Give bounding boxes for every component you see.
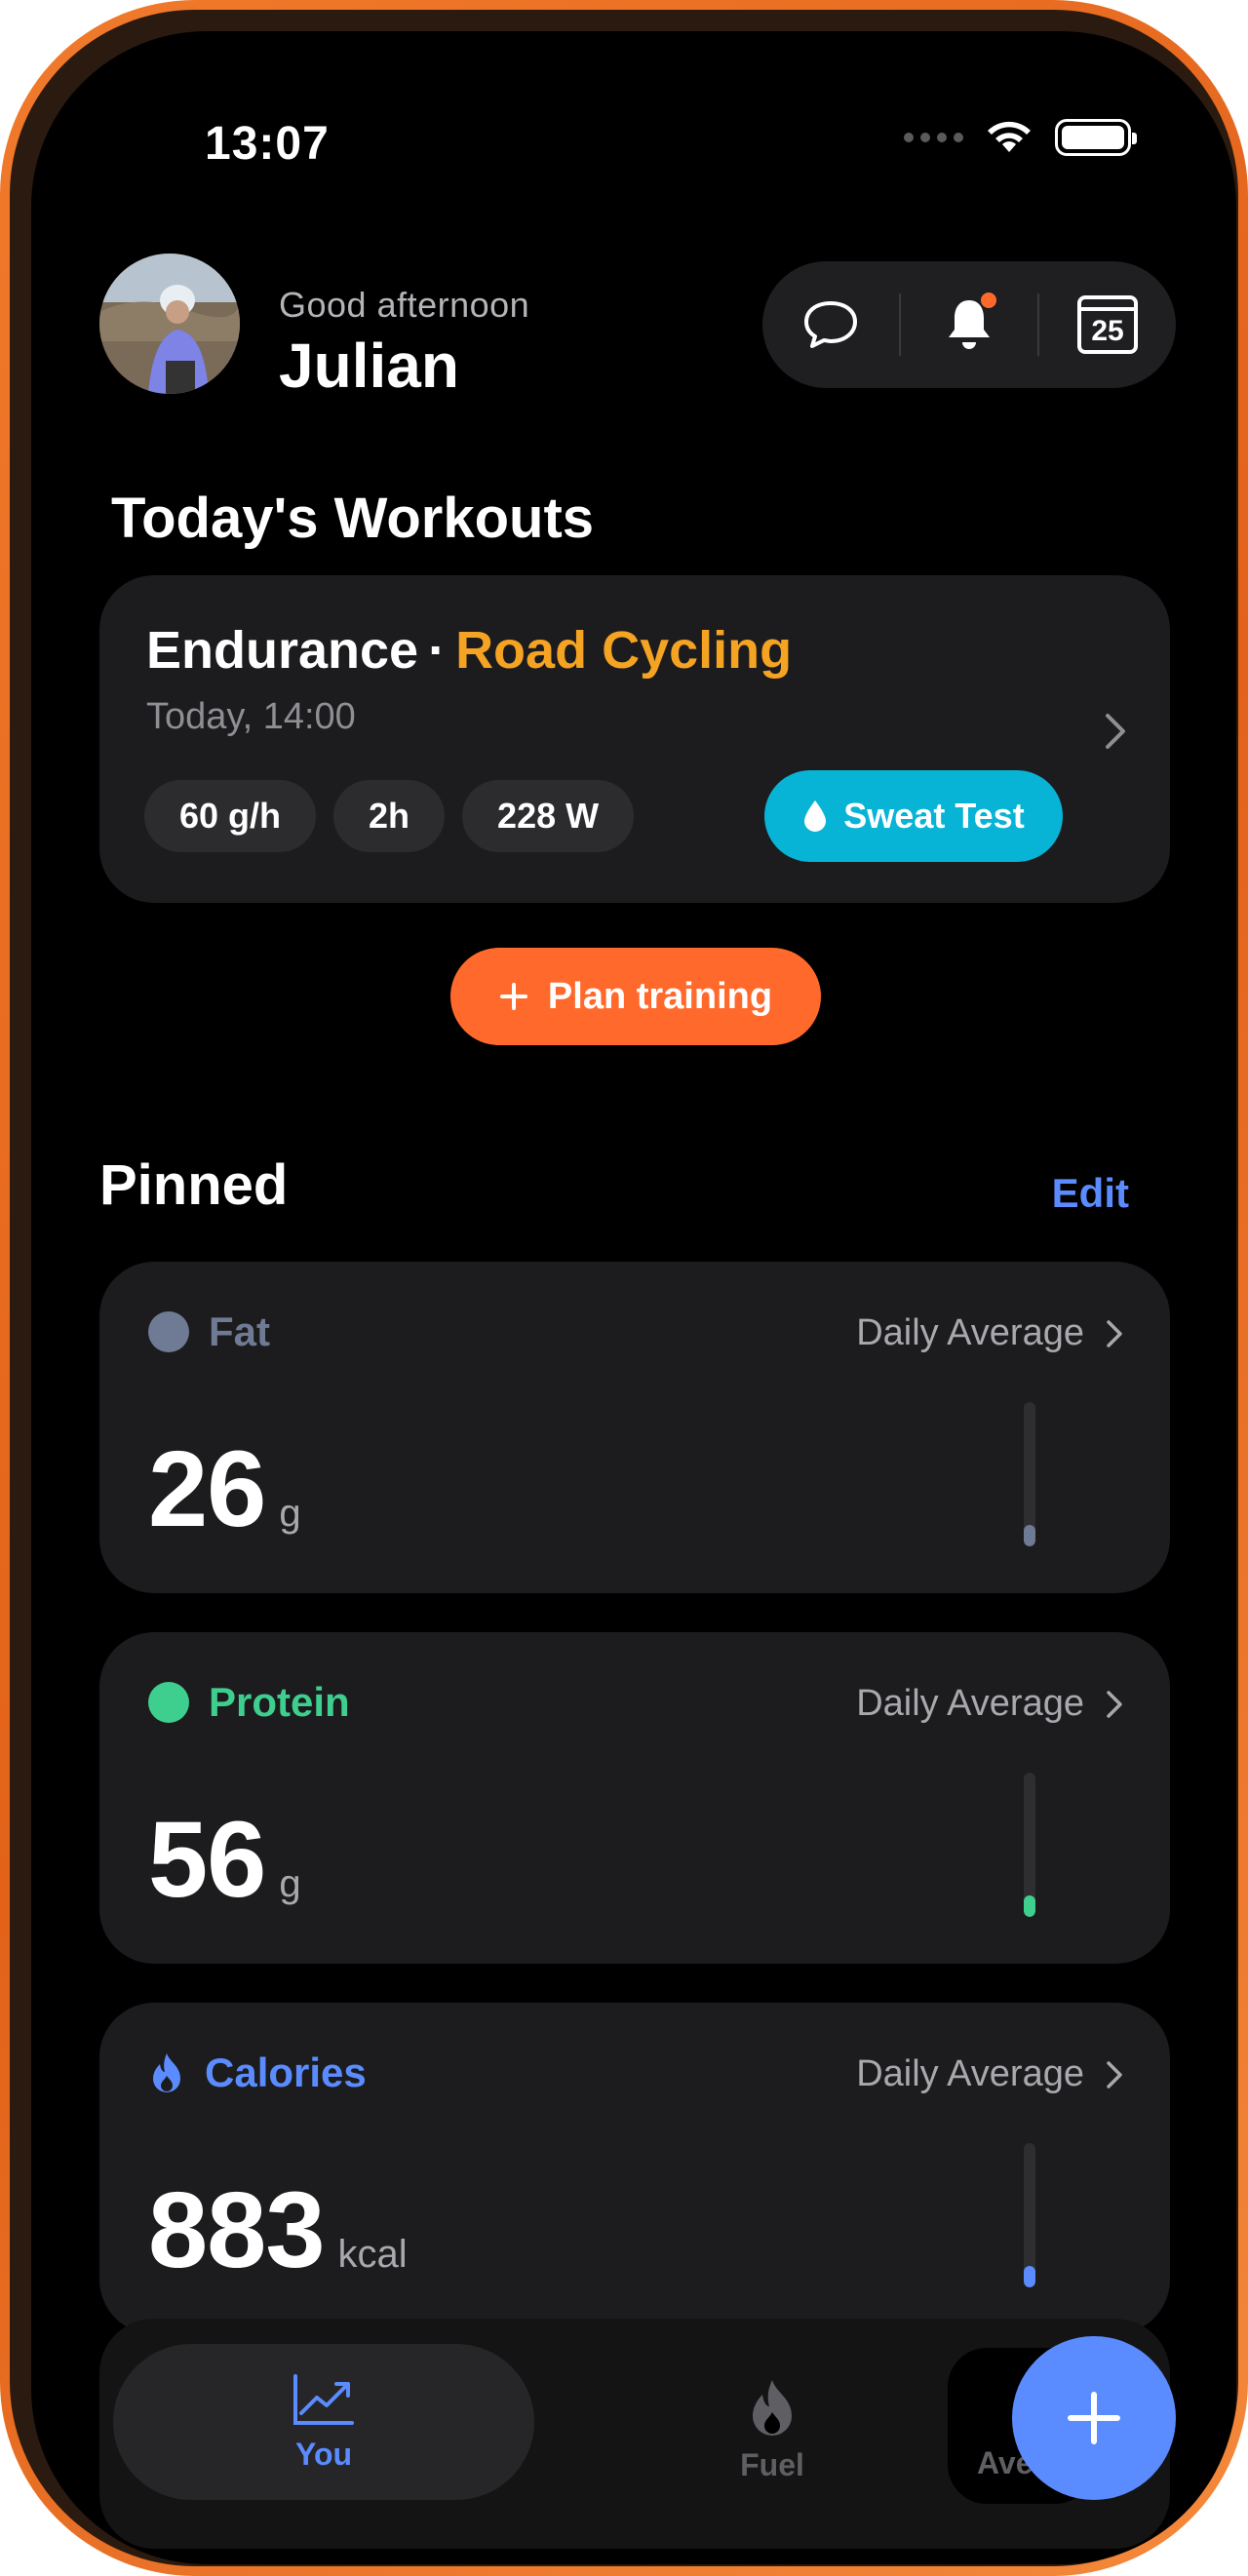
notifications-button[interactable] [901, 261, 1037, 388]
level-bar [1024, 1773, 1035, 1917]
daily-average-link[interactable]: Daily Average [856, 2053, 1123, 2095]
water-drop-icon [804, 800, 827, 832]
chevron-right-icon [1106, 714, 1125, 749]
protein-dot-icon [148, 1682, 189, 1723]
tab-fuel-label: Fuel [740, 2446, 804, 2482]
avatar-image [99, 254, 240, 394]
metric-unit: kcal [337, 2233, 408, 2276]
daily-average-link[interactable]: Daily Average [856, 1312, 1123, 1354]
workouts-title: Today's Workouts [111, 487, 595, 550]
level-bar [1024, 2143, 1035, 2287]
level-bar [1024, 1402, 1035, 1546]
calendar-icon: 25 [1077, 295, 1138, 354]
fat-dot-icon [148, 1311, 189, 1352]
tab-fuel[interactable]: Fuel [655, 2361, 889, 2498]
tab-you[interactable]: You [113, 2344, 534, 2500]
chip-power: 228 W [462, 780, 635, 852]
greeting: Good afternoon [279, 285, 530, 325]
battery-icon [1055, 119, 1137, 156]
daily-average-link[interactable]: Daily Average [856, 1683, 1123, 1725]
metric-card-fat[interactable]: Fat Daily Average 26 g [99, 1262, 1170, 1593]
daily-average-label: Daily Average [856, 1683, 1084, 1724]
metric-number: 26 [148, 1429, 266, 1549]
chevron-right-icon [1107, 1690, 1122, 1718]
calendar-button[interactable]: 25 [1039, 261, 1176, 388]
avatar[interactable] [99, 254, 240, 394]
level-bar-fill [1024, 1524, 1035, 1546]
level-bar-fill [1024, 2265, 1035, 2287]
messages-button[interactable] [762, 261, 899, 388]
workout-title: Endurance · Road Cycling [146, 620, 792, 681]
workout-card[interactable]: Endurance · Road Cycling Today, 14:00 60 g… [99, 575, 1170, 903]
phone-bezel: 13:07 Good afternoon Julian 25 Today's W… [10, 10, 1238, 2566]
daily-average-label: Daily Average [856, 1312, 1084, 1353]
metric-number: 56 [148, 1800, 266, 1920]
metric-value: 26 g [148, 1427, 301, 1551]
daily-average-label: Daily Average [856, 2053, 1084, 2094]
signal-dots-icon [904, 133, 963, 142]
workout-type: Endurance [146, 621, 419, 680]
metric-card-calories[interactable]: Calories Daily Average 883 kcal [99, 2003, 1170, 2334]
chevron-right-icon [1107, 1319, 1122, 1347]
metric-name: Calories [205, 2049, 367, 2095]
workout-sport: Road Cycling [455, 621, 793, 680]
notification-badge [981, 293, 996, 308]
chat-bubble-icon [804, 301, 857, 348]
metric-card-protein[interactable]: Protein Daily Average 56 g [99, 1632, 1170, 1964]
edit-button[interactable]: Edit [1052, 1170, 1129, 1217]
title-separator: · [428, 621, 447, 680]
status-icons [904, 119, 1137, 156]
sweat-test-label: Sweat Test [843, 796, 1025, 836]
flame-icon [753, 2379, 792, 2436]
add-button[interactable] [1012, 2336, 1176, 2500]
metric-value: 56 g [148, 1798, 301, 1922]
pinned-title: Pinned [99, 1153, 289, 1217]
metric-unit: g [279, 1492, 301, 1535]
user-name: Julian [279, 331, 459, 401]
metric-label: Calories [148, 2049, 367, 2096]
plus-icon [1068, 2392, 1120, 2444]
plan-training-button[interactable]: Plan training [450, 948, 821, 1045]
metric-name: Fat [209, 1308, 270, 1354]
tab-you-label: You [294, 2436, 353, 2472]
plan-training-label: Plan training [547, 975, 773, 1017]
workout-time: Today, 14:00 [146, 696, 356, 737]
workout-chips: 60 g/h 2h 228 W [144, 780, 635, 852]
chip-carbs: 60 g/h [144, 780, 317, 852]
header-actions: 25 [762, 261, 1176, 388]
metric-name: Protein [209, 1679, 350, 1725]
chevron-right-icon [1107, 2060, 1122, 2088]
metric-unit: g [279, 1862, 301, 1905]
screen: 13:07 Good afternoon Julian 25 Today's W… [31, 31, 1236, 2564]
wifi-icon [988, 121, 1031, 152]
metric-value: 883 kcal [148, 2168, 408, 2292]
metric-label: Protein [148, 1679, 350, 1726]
metric-number: 883 [148, 2170, 326, 2290]
level-bar-fill [1024, 1894, 1035, 1917]
status-time: 13:07 [205, 118, 330, 170]
plus-icon [499, 983, 527, 1010]
metric-label: Fat [148, 1308, 270, 1355]
sweat-test-button[interactable]: Sweat Test [764, 770, 1063, 862]
phone-frame: 13:07 Good afternoon Julian 25 Today's W… [0, 0, 1248, 2576]
chip-duration: 2h [333, 780, 446, 852]
chart-icon [293, 2373, 354, 2425]
flame-icon [153, 2053, 180, 2092]
